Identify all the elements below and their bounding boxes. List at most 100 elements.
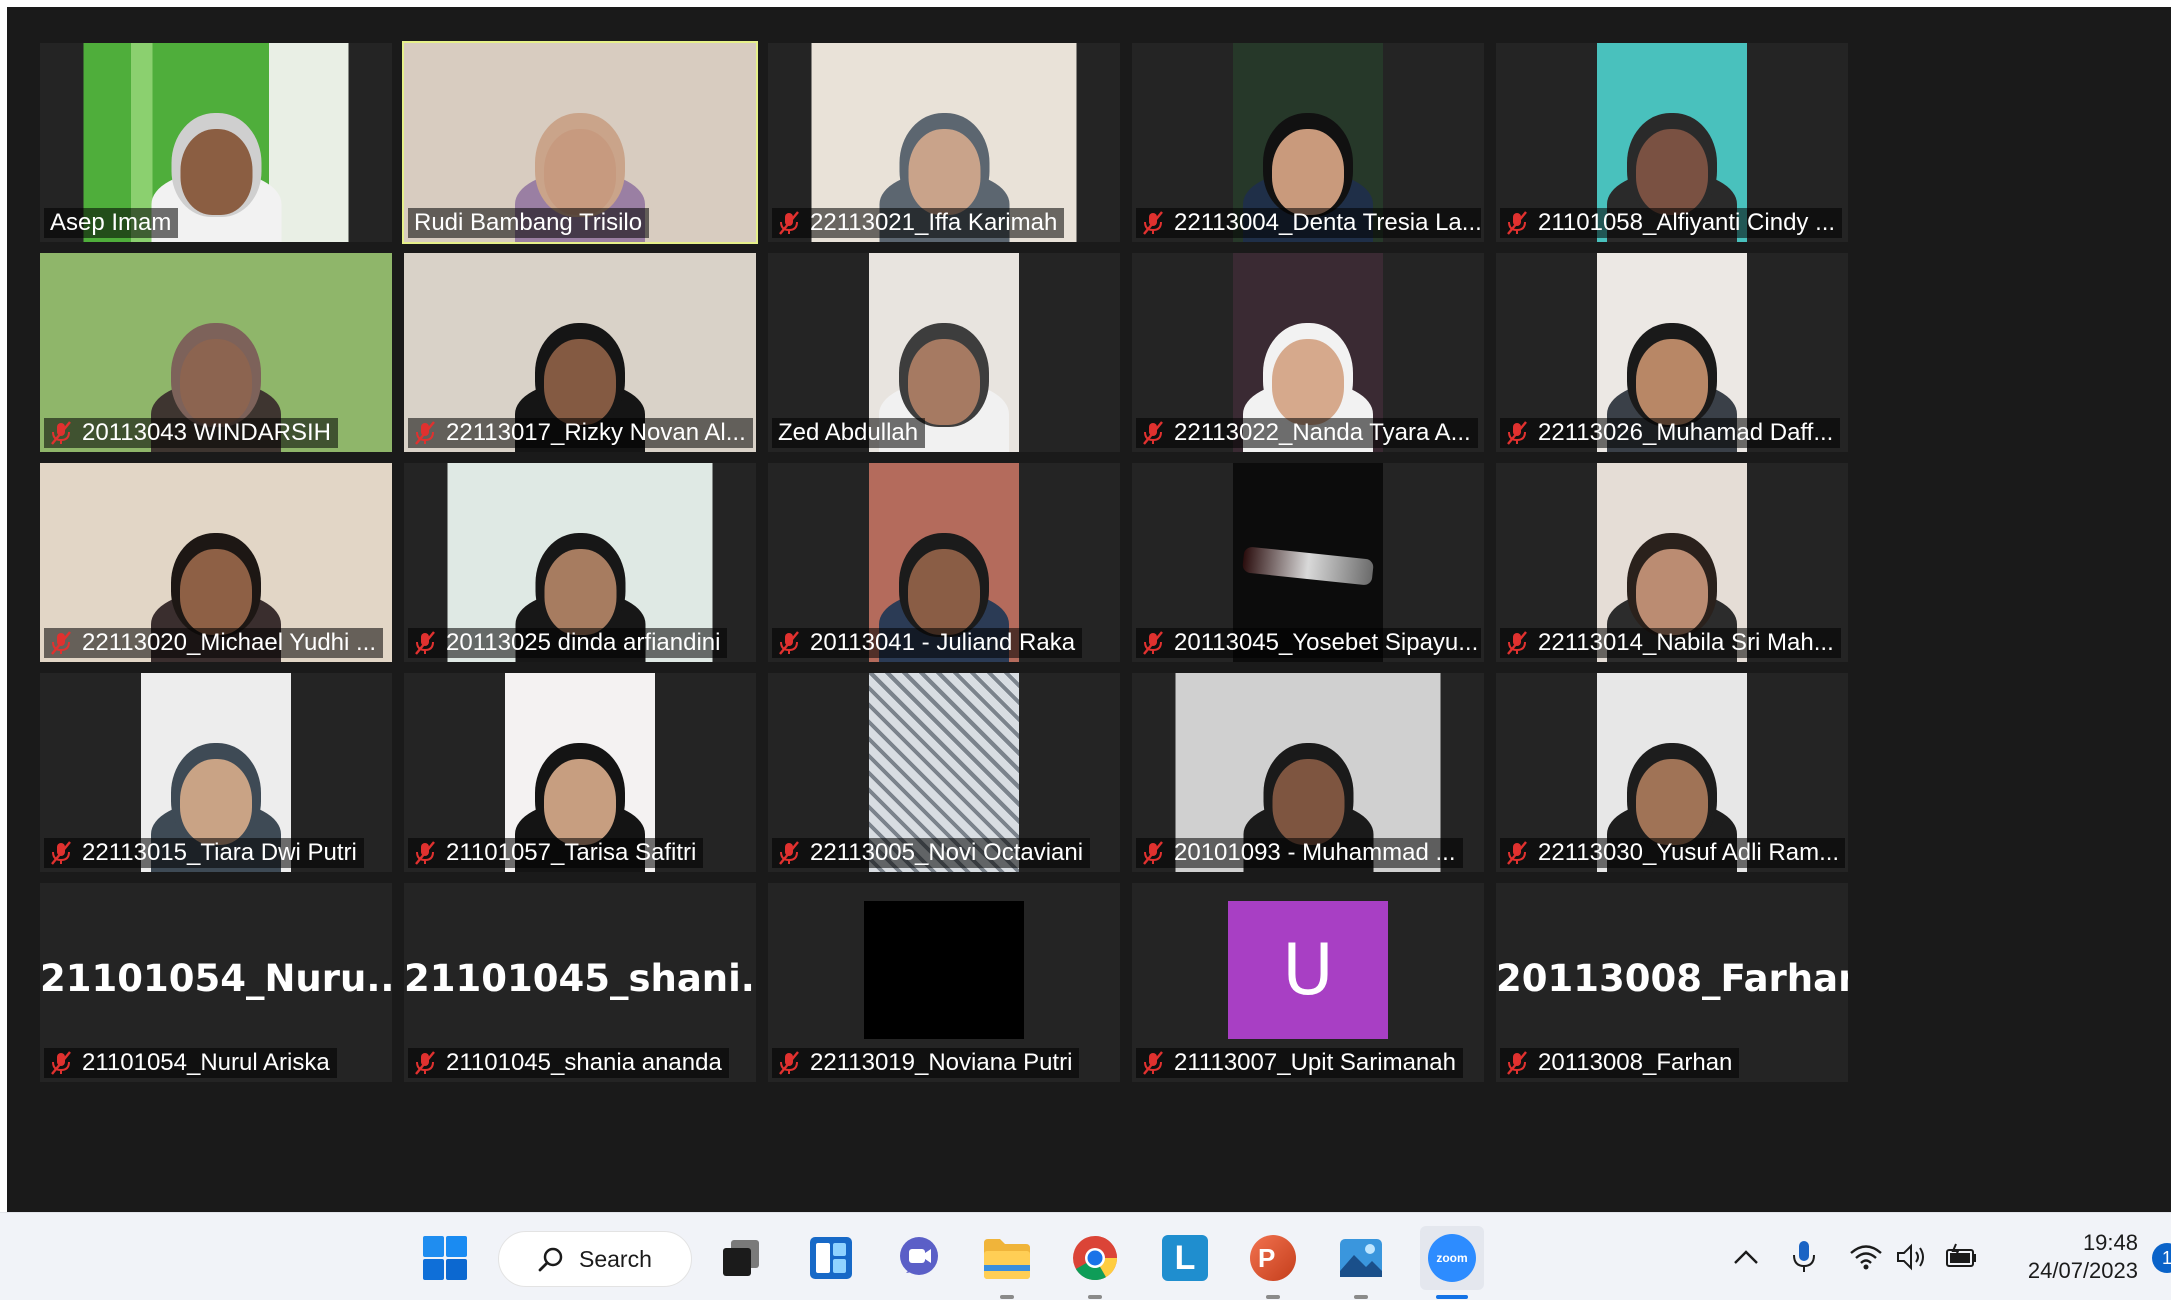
volume-status[interactable] <box>1894 1237 1930 1277</box>
participant-face <box>1636 549 1708 635</box>
participant-tile[interactable]: 20113008_Farhan 20113008_Farhan <box>1496 883 1848 1082</box>
participant-tile[interactable]: 21101057_Tarisa Safitri <box>404 673 756 872</box>
muted-microphone-icon <box>779 841 799 865</box>
task-view-button[interactable] <box>716 1233 766 1283</box>
powerpoint-button[interactable]: P <box>1248 1233 1298 1283</box>
muted-microphone-icon <box>1507 631 1527 655</box>
participant-name-display: 21101045_shani... <box>404 957 756 1000</box>
muted-microphone-icon <box>779 211 799 235</box>
system-clock[interactable]: 19:48 24/07/2023 <box>1998 1229 2138 1285</box>
photos-button[interactable] <box>1336 1233 1386 1283</box>
participant-tile[interactable]: 22113026_Muhamad Daff... <box>1496 253 1848 452</box>
participant-tile[interactable]: 20101093 - Muhammad ... <box>1132 673 1484 872</box>
participant-name-label: 22113021_Iffa Karimah <box>772 208 1065 238</box>
participant-tile[interactable]: 22113021_Iffa Karimah <box>768 43 1120 242</box>
muted-microphone-icon <box>1507 211 1527 235</box>
participant-tile[interactable]: 22113014_Nabila Sri Mah... <box>1496 463 1848 662</box>
participant-name-text: 21101054_Nurul Ariska <box>82 1049 330 1076</box>
participant-name-label: 22113004_Denta Tresia La... <box>1136 208 1482 238</box>
l-app-icon: L <box>1162 1235 1208 1281</box>
participant-name-text: 21101057_Tarisa Safitri <box>446 839 697 866</box>
participant-tile[interactable]: 22113020_Michael Yudhi ... <box>40 463 392 662</box>
participant-name-label: Zed Abdullah <box>772 418 926 448</box>
muted-microphone-icon <box>1143 421 1163 445</box>
participant-tile[interactable]: 20113045_Yosebet Sipayu... <box>1132 463 1484 662</box>
participant-tile[interactable]: Asep Imam <box>40 43 392 242</box>
participant-tile[interactable]: 20113025 dinda arfiandini <box>404 463 756 662</box>
zoom-button[interactable]: zoom <box>1420 1226 1484 1290</box>
participant-name-text: 22113017_Rizky Novan Al... <box>446 419 746 446</box>
participant-tile[interactable]: 22113017_Rizky Novan Al... <box>404 253 756 452</box>
participant-tile[interactable]: 22113030_Yusuf Adli Ram... <box>1496 673 1848 872</box>
participant-name-label: 20101093 - Muhammad ... <box>1136 838 1463 868</box>
chrome-button[interactable] <box>1070 1233 1120 1283</box>
participant-face <box>180 549 252 635</box>
wifi-status[interactable] <box>1848 1237 1884 1277</box>
participant-tile[interactable]: 22113019_Noviana Putri <box>768 883 1120 1082</box>
participant-name-text: 21113007_Upit Sarimanah <box>1174 1049 1456 1076</box>
file-explorer-button[interactable] <box>982 1233 1032 1283</box>
participant-name-label: 22113020_Michael Yudhi ... <box>44 628 384 658</box>
wifi-icon <box>1850 1245 1882 1270</box>
participant-face <box>180 339 252 425</box>
start-button[interactable] <box>420 1233 470 1283</box>
photos-running-indicator <box>1354 1295 1368 1299</box>
participant-name-label: 21101054_Nurul Ariska <box>44 1048 337 1078</box>
participant-name-text: 20113043 WINDARSIH <box>82 419 331 446</box>
participant-name-label: 21101058_Alfiyanti Cindy ... <box>1500 208 1843 238</box>
participant-face <box>180 759 252 845</box>
participant-tile[interactable]: 22113004_Denta Tresia La... <box>1132 43 1484 242</box>
participant-tile[interactable]: 21101058_Alfiyanti Cindy ... <box>1496 43 1848 242</box>
participant-face <box>544 339 616 425</box>
participant-face <box>544 549 616 635</box>
zoom-active-indicator <box>1436 1295 1468 1299</box>
show-hidden-icons-button[interactable] <box>1728 1237 1764 1277</box>
microphone-button[interactable] <box>1786 1237 1822 1277</box>
participant-tile[interactable]: U 21113007_Upit Sarimanah <box>1132 883 1484 1082</box>
teams-chat-button[interactable] <box>894 1233 944 1283</box>
participant-tile[interactable]: 22113005_Novi Octaviani <box>768 673 1120 872</box>
l-app-button[interactable]: L <box>1160 1233 1210 1283</box>
clock-date: 24/07/2023 <box>2027 1258 2138 1283</box>
participant-name-label: 21101057_Tarisa Safitri <box>408 838 704 868</box>
participant-tile[interactable]: 20113041 - Juliand Raka <box>768 463 1120 662</box>
participant-name-label: 22113017_Rizky Novan Al... <box>408 418 753 448</box>
participant-name-label: 22113030_Yusuf Adli Ram... <box>1500 838 1845 868</box>
file-explorer-running-indicator <box>1000 1295 1014 1299</box>
speaker-icon <box>1897 1243 1924 1271</box>
chrome-running-indicator <box>1088 1295 1102 1299</box>
participant-tile[interactable]: 21101054_Nuru... 21101054_Nurul Ariska <box>40 883 392 1082</box>
widgets-button[interactable] <box>806 1233 856 1283</box>
participant-name-label: 20113043 WINDARSIH <box>44 418 338 448</box>
participant-name-label: 22113022_Nanda Tyara A... <box>1136 418 1478 448</box>
participant-tile[interactable]: 22113022_Nanda Tyara A... <box>1132 253 1484 452</box>
muted-microphone-icon <box>1507 1051 1527 1075</box>
muted-microphone-icon <box>415 421 435 445</box>
participant-name-label: 22113014_Nabila Sri Mah... <box>1500 628 1841 658</box>
participant-name-label: 20113041 - Juliand Raka <box>772 628 1083 658</box>
participant-tile[interactable]: 21101045_shani... 21101045_shania ananda <box>404 883 756 1082</box>
participant-name-text: 22113020_Michael Yudhi ... <box>82 629 377 656</box>
participant-name-text: Rudi Bambang Trisilo <box>414 209 643 236</box>
participant-name-text: 21101045_shania ananda <box>446 1049 722 1076</box>
participant-face <box>544 759 616 845</box>
muted-microphone-icon <box>1143 211 1163 235</box>
participant-tile[interactable]: 20113043 WINDARSIH <box>40 253 392 452</box>
participant-name-text: 20113025 dinda arfiandini <box>446 629 721 656</box>
participant-tile[interactable]: Rudi Bambang Trisilo <box>402 41 758 244</box>
search-input[interactable]: Search <box>498 1231 692 1287</box>
participant-tile[interactable]: 22113015_Tiara Dwi Putri <box>40 673 392 872</box>
notification-badge[interactable]: 1 <box>2152 1243 2171 1273</box>
participant-name-label: 22113019_Noviana Putri <box>772 1048 1080 1078</box>
battery-status[interactable] <box>1944 1237 1980 1277</box>
muted-microphone-icon <box>415 631 435 655</box>
participant-name-label: 22113015_Tiara Dwi Putri <box>44 838 364 868</box>
participant-face <box>908 549 980 635</box>
participant-tile[interactable]: Zed Abdullah <box>768 253 1120 452</box>
participant-name-text: 20113041 - Juliand Raka <box>810 629 1076 656</box>
participant-name-label: 22113005_Novi Octaviani <box>772 838 1091 868</box>
participant-face <box>908 129 980 215</box>
muted-microphone-icon <box>415 1051 435 1075</box>
participant-name-label: Rudi Bambang Trisilo <box>408 208 650 238</box>
participant-name-display: 20113008_Farhan <box>1496 957 1848 1000</box>
